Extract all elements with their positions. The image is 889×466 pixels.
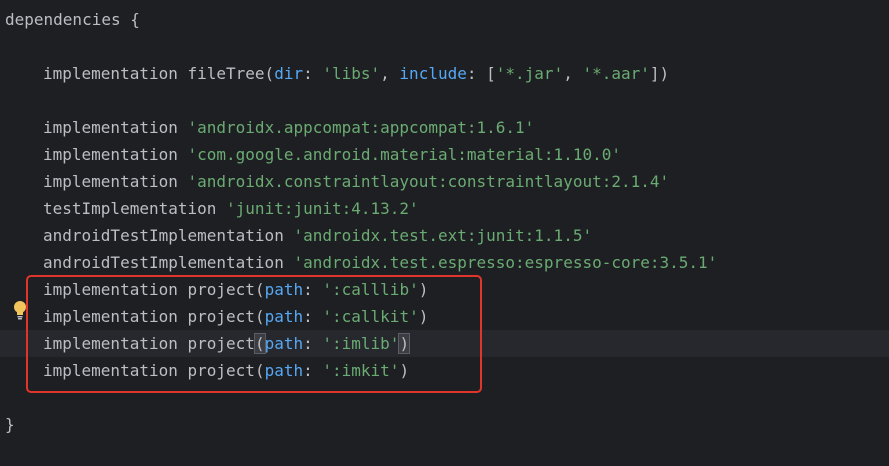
matched-open-paren: ( <box>253 333 266 354</box>
punct: : <box>303 307 323 326</box>
open-brace: { <box>120 10 140 29</box>
close-paren: ) <box>399 361 410 380</box>
code-line[interactable]: implementation project(path: ':calllib') <box>0 276 889 303</box>
code-editor[interactable]: dependencies { implementation fileTree(d… <box>0 0 889 466</box>
code-line[interactable]: implementation project(path: ':imkit') <box>0 357 889 384</box>
punct: , <box>563 64 583 83</box>
matched-close-paren: ) <box>398 333 411 354</box>
code-line[interactable]: implementation 'com.google.android.mater… <box>0 141 889 168</box>
string-literal: '*.jar' <box>495 64 564 83</box>
string-literal: ':imlib' <box>322 334 400 353</box>
string-literal: 'libs' <box>322 64 381 83</box>
dependencies-keyword: dependencies <box>5 10 121 29</box>
string-literal: 'androidx.test.ext:junit:1.1.5' <box>293 226 593 245</box>
close-paren: ) <box>418 280 429 299</box>
code-line[interactable]: implementation 'androidx.constraintlayou… <box>0 168 889 195</box>
open-paren: ( <box>254 307 265 326</box>
string-literal: 'junit:junit:4.13.2' <box>226 199 419 218</box>
code-line[interactable]: dependencies { <box>0 6 889 33</box>
param-name: path <box>264 334 304 353</box>
param-name: include <box>399 64 467 83</box>
punct: , <box>380 64 400 83</box>
keyword: implementation <box>43 145 178 164</box>
close-brace: } <box>5 415 15 434</box>
function-call: project <box>187 361 255 380</box>
string-literal: ':callkit' <box>322 307 419 326</box>
function-call: fileTree( <box>177 64 275 83</box>
open-paren: ( <box>254 361 265 380</box>
code-line[interactable]: testImplementation 'junit:junit:4.13.2' <box>0 195 889 222</box>
keyword: implementation <box>43 361 178 380</box>
punct: : <box>303 361 323 380</box>
string-literal: ':calllib' <box>322 280 419 299</box>
string-literal: 'androidx.constraintlayout:constraintlay… <box>187 172 670 191</box>
function-call: project <box>187 307 255 326</box>
keyword: implementation <box>43 64 178 83</box>
code-line[interactable]: androidTestImplementation 'androidx.test… <box>0 222 889 249</box>
string-literal: 'androidx.appcompat:appcompat:1.6.1' <box>187 118 535 137</box>
keyword: implementation <box>43 334 178 353</box>
string-literal: 'androidx.test.espresso:espresso-core:3.… <box>293 253 718 272</box>
function-call: project <box>187 280 255 299</box>
keyword: implementation <box>43 118 178 137</box>
code-line[interactable]: implementation fileTree(dir: 'libs', inc… <box>0 60 889 87</box>
lightbulb-icon[interactable] <box>13 300 27 320</box>
string-literal: ':imkit' <box>322 361 400 380</box>
function-call: project <box>187 334 255 353</box>
keyword: androidTestImplementation <box>43 253 284 272</box>
punct: : <box>303 64 323 83</box>
param-name: path <box>264 307 304 326</box>
param-name: path <box>264 280 304 299</box>
keyword: implementation <box>43 172 178 191</box>
keyword: implementation <box>43 307 178 326</box>
param-name: dir <box>274 64 304 83</box>
string-literal: 'com.google.android.material:material:1.… <box>187 145 621 164</box>
code-line[interactable]: implementation project(path: ':callkit') <box>0 303 889 330</box>
code-line[interactable]: implementation 'androidx.appcompat:appco… <box>0 114 889 141</box>
keyword: androidTestImplementation <box>43 226 284 245</box>
param-name: path <box>264 361 304 380</box>
string-literal: '*.aar' <box>582 64 650 83</box>
punct: ]) <box>649 64 670 83</box>
code-line[interactable]: } <box>0 411 889 438</box>
punct: : <box>303 280 323 299</box>
keyword: testImplementation <box>43 199 217 218</box>
punct: : <box>303 334 323 353</box>
keyword: implementation <box>43 280 178 299</box>
punct: : [ <box>466 64 496 83</box>
close-paren: ) <box>418 307 429 326</box>
code-line[interactable]: androidTestImplementation 'androidx.test… <box>0 249 889 276</box>
open-paren: ( <box>254 280 265 299</box>
current-code-line[interactable]: implementation project(path: ':imlib') <box>0 330 889 357</box>
